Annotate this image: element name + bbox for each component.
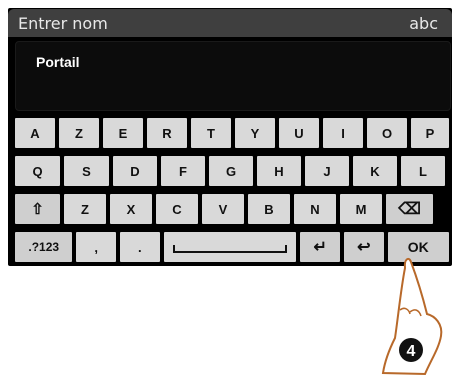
key-o[interactable]: O — [367, 118, 407, 148]
key-b[interactable]: B — [248, 194, 290, 224]
backspace-key[interactable]: ⌫ — [386, 194, 433, 224]
key-n[interactable]: N — [294, 194, 336, 224]
key-a[interactable]: A — [15, 118, 55, 148]
input-mode-indicator[interactable]: abc — [409, 14, 438, 33]
key-t[interactable]: T — [191, 118, 231, 148]
key-p[interactable]: P — [411, 118, 449, 148]
enter-icon: ↵ — [313, 239, 327, 256]
pointing-hand-icon: 4 — [381, 257, 443, 376]
key-l[interactable]: L — [401, 156, 445, 186]
name-input[interactable]: Portail — [15, 41, 451, 111]
key-i[interactable]: I — [323, 118, 363, 148]
dialog-title: Entrer nom — [18, 14, 108, 33]
key-x[interactable]: X — [110, 194, 152, 224]
key-s[interactable]: S — [64, 156, 109, 186]
keyboard-row-2: Q S D F G H J K L — [15, 156, 449, 186]
key-k[interactable]: K — [353, 156, 397, 186]
key-c[interactable]: C — [156, 194, 198, 224]
key-r[interactable]: R — [147, 118, 187, 148]
key-g[interactable]: G — [209, 156, 253, 186]
numbers-symbols-key[interactable]: .?123 — [15, 232, 73, 262]
header-bar: Entrer nom abc — [8, 9, 452, 37]
shift-key[interactable]: ⇧ — [15, 194, 60, 224]
space-icon — [173, 245, 287, 253]
key-q[interactable]: Q — [15, 156, 60, 186]
key-f[interactable]: F — [161, 156, 205, 186]
key-m[interactable]: M — [340, 194, 382, 224]
key-z[interactable]: Z — [59, 118, 99, 148]
enter-key[interactable]: ↵ — [300, 232, 340, 262]
key-u[interactable]: U — [279, 118, 319, 148]
key-j[interactable]: J — [305, 156, 349, 186]
name-input-value: Portail — [36, 54, 80, 70]
shift-icon: ⇧ — [31, 201, 44, 218]
step-number: 4 — [407, 343, 416, 360]
key-z-2[interactable]: Z — [64, 194, 106, 224]
period-key[interactable]: . — [120, 232, 160, 262]
key-v[interactable]: V — [202, 194, 244, 224]
keyboard-row-3: ⇧ Z X C V B N M ⌫ — [15, 194, 449, 224]
key-h[interactable]: H — [257, 156, 301, 186]
key-e[interactable]: E — [103, 118, 143, 148]
backspace-icon: ⌫ — [398, 201, 421, 218]
key-d[interactable]: D — [113, 156, 157, 186]
space-key[interactable] — [163, 232, 297, 262]
comma-key[interactable]: , — [76, 232, 117, 262]
keyboard-row-1: A Z E R T Y U I O P — [15, 118, 449, 148]
key-y[interactable]: Y — [235, 118, 275, 148]
